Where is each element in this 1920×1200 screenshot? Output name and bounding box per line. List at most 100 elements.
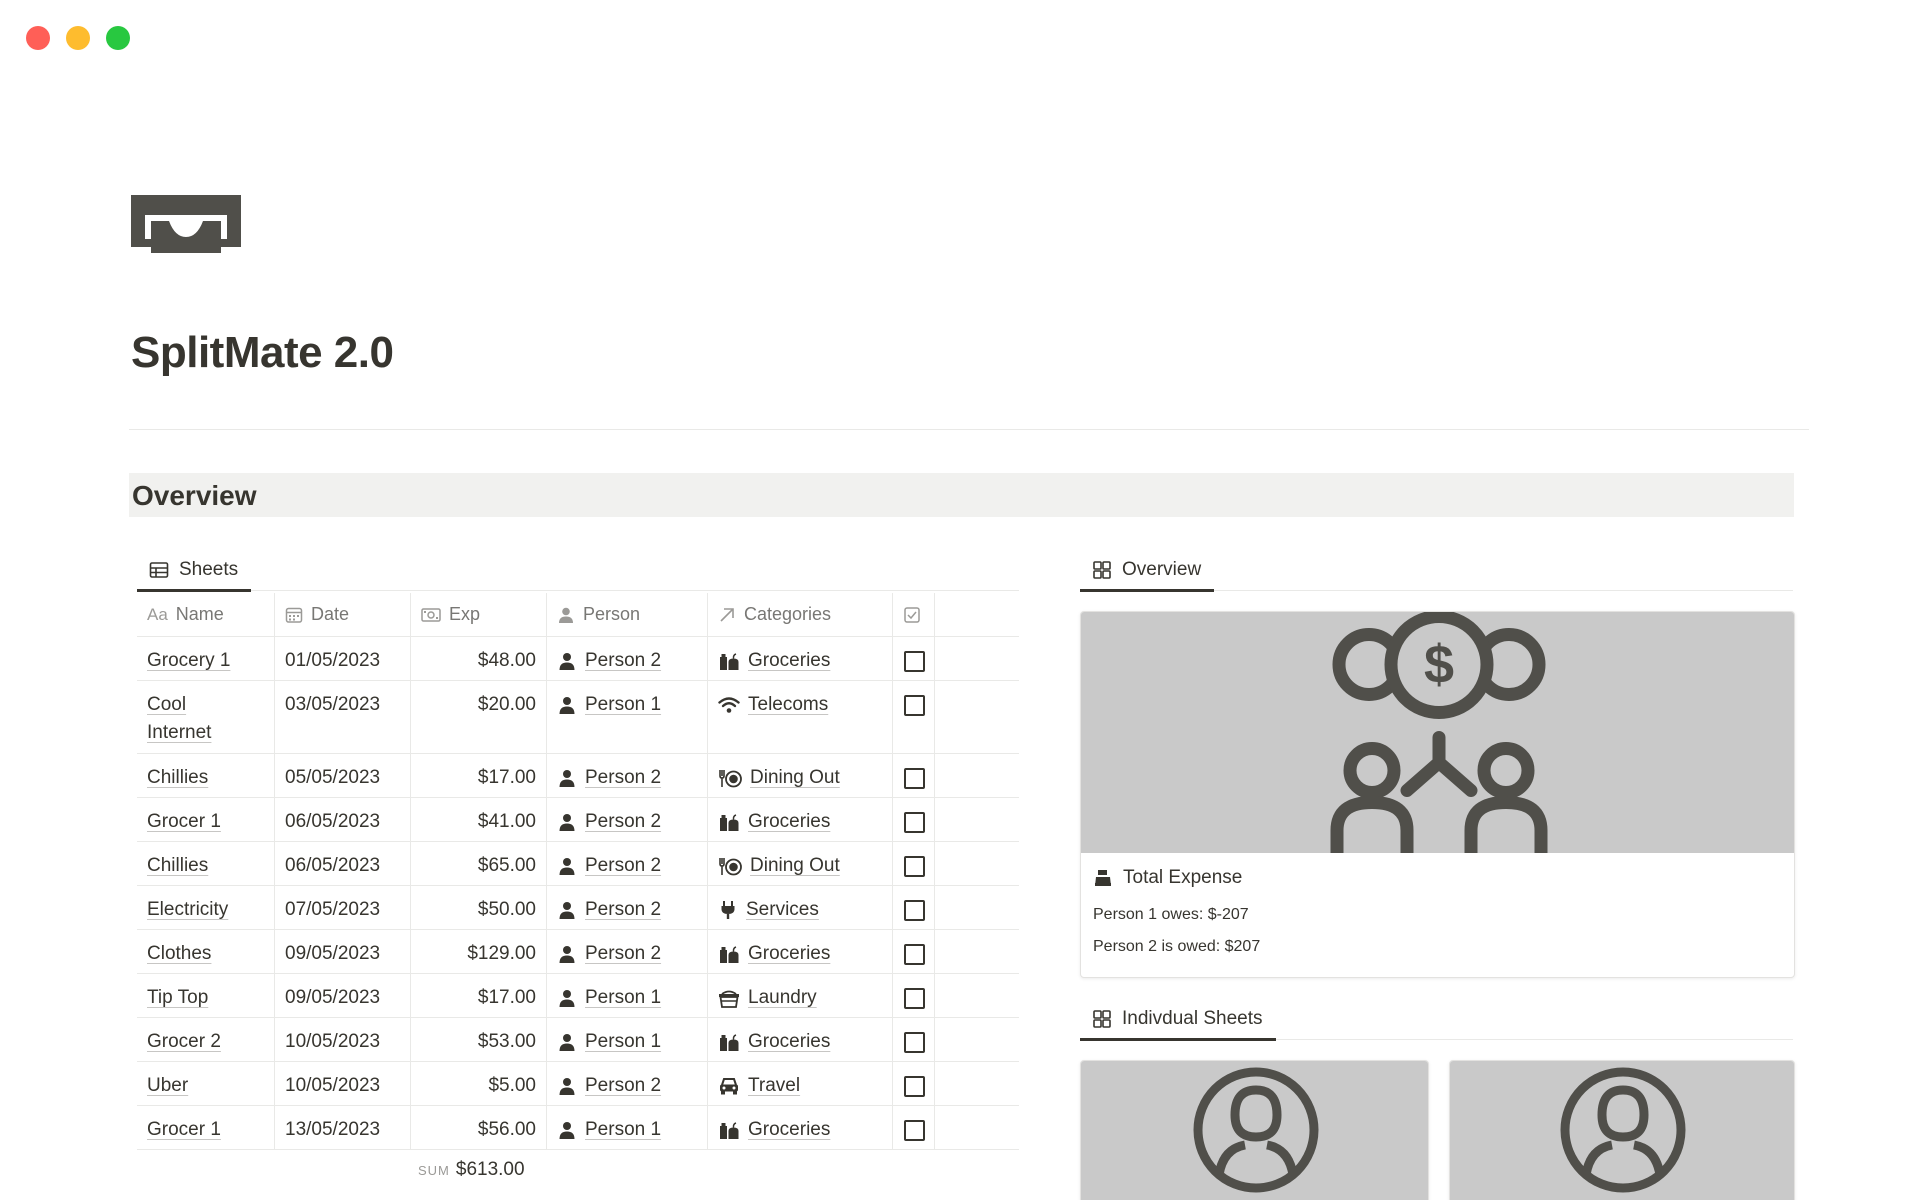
table-row[interactable]: Grocer 1 06/05/2023 $41.00 Person 2 Grocerie… xyxy=(137,798,1019,842)
cell-exp[interactable]: $50.00 xyxy=(411,886,547,929)
close-window-button[interactable] xyxy=(26,26,50,50)
cell-category[interactable]: Groceries xyxy=(708,637,893,680)
table-row[interactable]: Grocer 2 10/05/2023 $53.00 Person 1 Grocerie… xyxy=(137,1018,1019,1062)
cell-name[interactable]: Grocer 1 xyxy=(137,798,275,841)
category-link[interactable]: Services xyxy=(718,896,819,924)
person-link[interactable]: Person 2 xyxy=(557,940,661,968)
page-title[interactable]: SplitMate 2.0 xyxy=(131,328,394,378)
cell-exp[interactable]: $53.00 xyxy=(411,1018,547,1061)
category-link[interactable]: Dining Out xyxy=(718,852,840,880)
minimize-window-button[interactable] xyxy=(66,26,90,50)
table-row[interactable]: Grocer 1 13/05/2023 $56.00 Person 1 Grocerie… xyxy=(137,1106,1019,1150)
settled-checkbox[interactable] xyxy=(904,651,925,672)
cell-name[interactable]: Uber xyxy=(137,1062,275,1105)
column-header-date[interactable]: Date xyxy=(275,593,411,636)
cell-name[interactable]: Chillies xyxy=(137,842,275,885)
cell-category[interactable]: Groceries xyxy=(708,930,893,973)
cell-name[interactable]: Grocer 2 xyxy=(137,1018,275,1061)
cell-date[interactable]: 09/05/2023 xyxy=(275,930,411,973)
cell-date[interactable]: 09/05/2023 xyxy=(275,974,411,1017)
cell-date[interactable]: 06/05/2023 xyxy=(275,798,411,841)
person-link[interactable]: Person 2 xyxy=(557,1072,661,1100)
category-link[interactable]: Laundry xyxy=(718,984,817,1012)
cell-name[interactable]: Clothes xyxy=(137,930,275,973)
cell-person[interactable]: Person 1 xyxy=(547,1106,708,1149)
category-link[interactable]: Groceries xyxy=(718,808,830,836)
zoom-window-button[interactable] xyxy=(106,26,130,50)
tab-overview[interactable]: Overview xyxy=(1080,549,1214,592)
individual-card-1[interactable] xyxy=(1080,1060,1429,1200)
tab-sheets[interactable]: Sheets xyxy=(137,549,251,592)
cell-person[interactable]: Person 2 xyxy=(547,637,708,680)
person-link[interactable]: Person 1 xyxy=(557,691,661,719)
table-row[interactable]: Chillies 06/05/2023 $65.00 Person 2 Dining O… xyxy=(137,842,1019,886)
table-row[interactable]: Chillies 05/05/2023 $17.00 Person 2 Dining O… xyxy=(137,754,1019,798)
cell-category[interactable]: Dining Out xyxy=(708,754,893,797)
money-bill-icon[interactable] xyxy=(131,195,241,253)
cell-exp[interactable]: $65.00 xyxy=(411,842,547,885)
cell-date[interactable]: 01/05/2023 xyxy=(275,637,411,680)
person-link[interactable]: Person 1 xyxy=(557,984,661,1012)
cell-exp[interactable]: $20.00 xyxy=(411,681,547,753)
table-row[interactable]: Cool Internet 03/05/2023 $20.00 Person 1 Tel… xyxy=(137,681,1019,754)
cell-category[interactable]: Travel xyxy=(708,1062,893,1105)
cell-category[interactable]: Groceries xyxy=(708,1018,893,1061)
category-link[interactable]: Dining Out xyxy=(718,764,840,792)
person-link[interactable]: Person 1 xyxy=(557,1028,661,1056)
sum-footer[interactable]: SUM $613.00 xyxy=(418,1159,525,1181)
table-row[interactable]: Electricity 07/05/2023 $50.00 Person 2 Servi… xyxy=(137,886,1019,930)
person-link[interactable]: Person 2 xyxy=(557,896,661,924)
table-row[interactable]: Clothes 09/05/2023 $129.00 Person 2 Grocerie… xyxy=(137,930,1019,974)
column-header-checkbox[interactable] xyxy=(893,593,935,636)
person-link[interactable]: Person 2 xyxy=(557,647,661,675)
cell-exp[interactable]: $48.00 xyxy=(411,637,547,680)
category-link[interactable]: Groceries xyxy=(718,647,830,675)
settled-checkbox[interactable] xyxy=(904,812,925,833)
settled-checkbox[interactable] xyxy=(904,900,925,921)
cell-category[interactable]: Groceries xyxy=(708,798,893,841)
tab-individual-sheets[interactable]: Indivdual Sheets xyxy=(1080,998,1276,1041)
cell-person[interactable]: Person 2 xyxy=(547,930,708,973)
category-link[interactable]: Groceries xyxy=(718,940,830,968)
cell-person[interactable]: Person 1 xyxy=(547,681,708,753)
category-link[interactable]: Groceries xyxy=(718,1028,830,1056)
cell-date[interactable]: 13/05/2023 xyxy=(275,1106,411,1149)
cell-date[interactable]: 05/05/2023 xyxy=(275,754,411,797)
cell-name[interactable]: Grocer 1 xyxy=(137,1106,275,1149)
category-link[interactable]: Groceries xyxy=(718,1116,830,1144)
cell-exp[interactable]: $17.00 xyxy=(411,974,547,1017)
person-link[interactable]: Person 2 xyxy=(557,808,661,836)
category-link[interactable]: Telecoms xyxy=(718,691,828,719)
cell-person[interactable]: Person 2 xyxy=(547,1062,708,1105)
total-expense-card[interactable]: $ Total Expense Person 1 owes: $-207 Per… xyxy=(1080,611,1795,978)
column-header-person[interactable]: Person xyxy=(547,593,708,636)
cell-exp[interactable]: $56.00 xyxy=(411,1106,547,1149)
cell-exp[interactable]: $129.00 xyxy=(411,930,547,973)
settled-checkbox[interactable] xyxy=(904,944,925,965)
cell-category[interactable]: Telecoms xyxy=(708,681,893,753)
cell-date[interactable]: 07/05/2023 xyxy=(275,886,411,929)
settled-checkbox[interactable] xyxy=(904,768,925,789)
cell-exp[interactable]: $17.00 xyxy=(411,754,547,797)
cell-date[interactable]: 10/05/2023 xyxy=(275,1062,411,1105)
category-link[interactable]: Travel xyxy=(718,1072,800,1100)
settled-checkbox[interactable] xyxy=(904,1076,925,1097)
section-title[interactable]: Overview xyxy=(132,480,257,512)
cell-name[interactable]: Grocery 1 xyxy=(137,637,275,680)
cell-category[interactable]: Dining Out xyxy=(708,842,893,885)
cell-category[interactable]: Laundry xyxy=(708,974,893,1017)
cell-date[interactable]: 03/05/2023 xyxy=(275,681,411,753)
cell-person[interactable]: Person 2 xyxy=(547,798,708,841)
cell-category[interactable]: Groceries xyxy=(708,1106,893,1149)
settled-checkbox[interactable] xyxy=(904,856,925,877)
table-row[interactable]: Grocery 1 01/05/2023 $48.00 Person 2 Groceri… xyxy=(137,637,1019,681)
person-link[interactable]: Person 1 xyxy=(557,1116,661,1144)
settled-checkbox[interactable] xyxy=(904,1120,925,1141)
settled-checkbox[interactable] xyxy=(904,695,925,716)
settled-checkbox[interactable] xyxy=(904,988,925,1009)
cell-name[interactable]: Tip Top xyxy=(137,974,275,1017)
column-header-categories[interactable]: Categories xyxy=(708,593,893,636)
person-link[interactable]: Person 2 xyxy=(557,764,661,792)
cell-name[interactable]: Chillies xyxy=(137,754,275,797)
table-row[interactable]: Uber 10/05/2023 $5.00 Person 2 Travel xyxy=(137,1062,1019,1106)
